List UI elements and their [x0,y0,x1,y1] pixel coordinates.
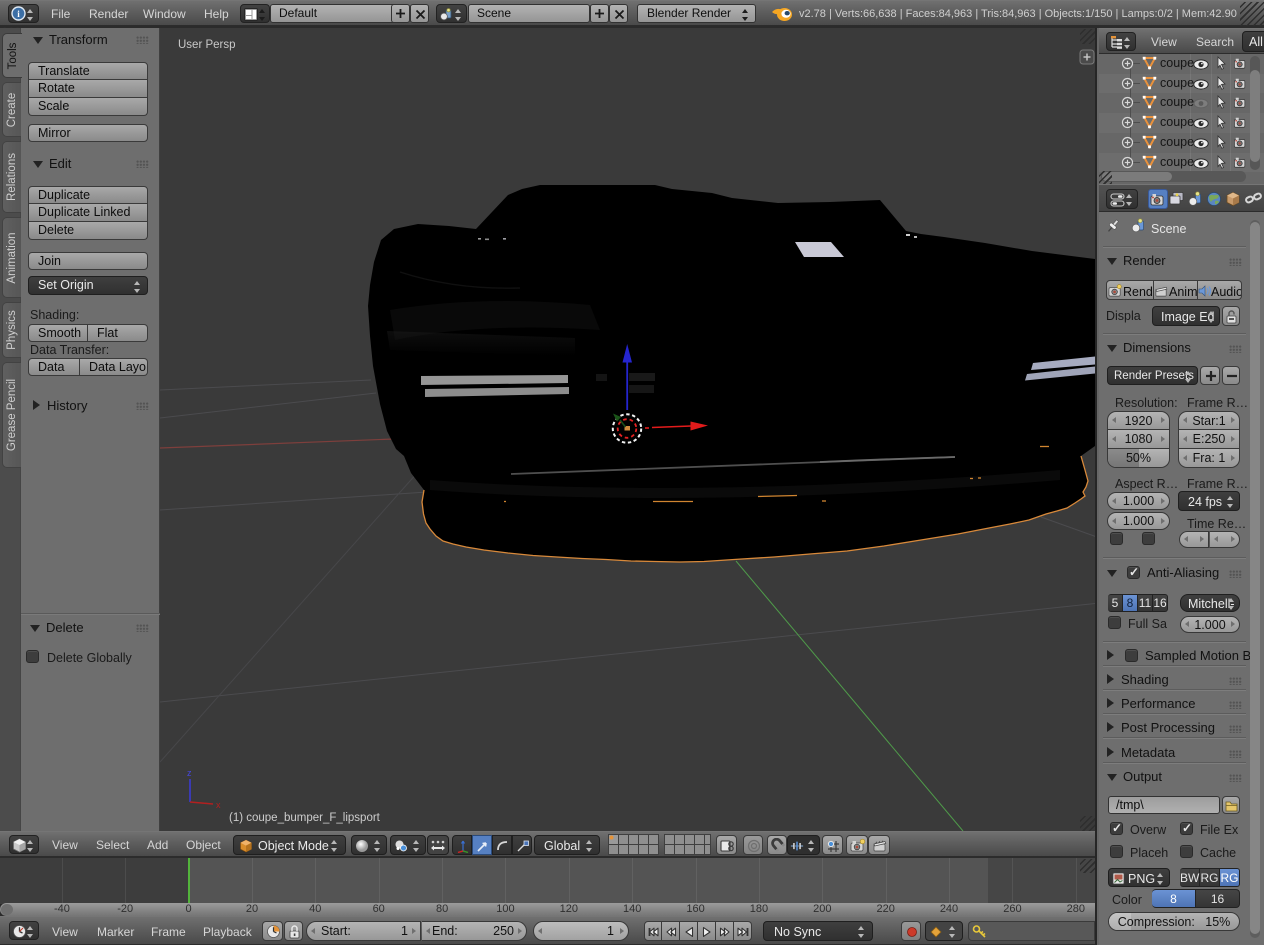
svg-text:(1) coupe_bumper_F_lipsport: (1) coupe_bumper_F_lipsport [229,812,381,824]
svg-text:x: x [216,800,221,810]
svg-text:User Persp: User Persp [178,39,236,51]
svg-text:z: z [187,768,192,778]
